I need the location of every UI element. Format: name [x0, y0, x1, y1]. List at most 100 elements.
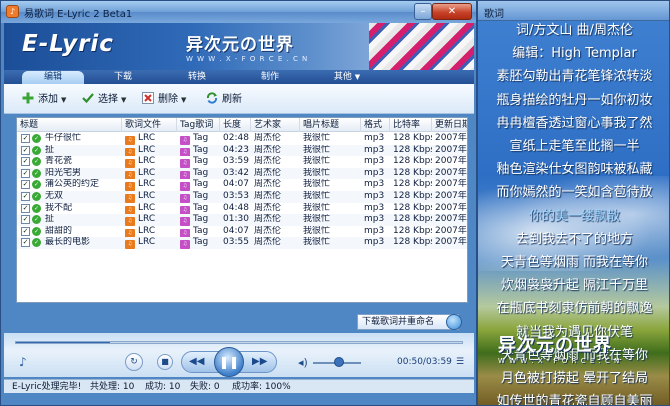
cell-text: 我很忙 — [303, 237, 331, 248]
delete-button[interactable]: 删除 ▼ — [142, 92, 186, 106]
cell-tag-lyric: ♫ Tag — [177, 214, 220, 226]
col-title[interactable]: 标题 — [17, 118, 122, 132]
tab-edit-label: 编辑 — [43, 72, 62, 82]
lyric-line: 素胚勾勒出青花笔锋浓转淡 — [496, 69, 653, 85]
status-ok-icon: ✓ — [32, 226, 41, 236]
table-row[interactable]: ✓ ✓ 牛仔很忙 ♫ LRC ♫ Tag 02:48 周杰伦 我很忙 mp3 128 Kbps 2007… — [17, 133, 467, 145]
lyric-line: 而你嫣然的一笑如含苞待放 — [496, 185, 653, 201]
row-checkbox[interactable]: ✓ — [21, 145, 30, 155]
table-row[interactable]: ✓ ✓ 最长的电影 ♫ LRC ♫ Tag 03:55 周杰伦 我很忙 mp3 128 Kbps 200… — [17, 237, 467, 249]
cell-text: mp3 — [364, 133, 385, 143]
col-artist[interactable]: 艺术家 — [251, 118, 300, 132]
row-checkbox[interactable]: ✓ — [21, 134, 30, 143]
lyric-watermark-text: 异次元の世界 — [498, 335, 612, 356]
cell-length: 04:07 — [220, 226, 251, 238]
volume-icon: ◂) — [298, 356, 308, 369]
cell-text: 04:07 — [223, 179, 249, 190]
stop-button[interactable]: ■ — [157, 354, 173, 370]
add-button[interactable]: 添加 ▼ — [22, 92, 66, 106]
pause-button[interactable]: ❚❚ — [214, 347, 244, 377]
tab-make[interactable]: 制作 — [239, 71, 301, 84]
select-button[interactable]: 选择 ▼ — [82, 92, 126, 106]
row-checkbox[interactable]: ✓ — [21, 192, 30, 201]
pause-icon: ❚❚ — [218, 355, 240, 369]
tab-convert[interactable]: 转换 — [166, 71, 228, 84]
select-label: 选择 — [98, 94, 118, 105]
lyric-title-bar[interactable]: 歌词 — [478, 1, 669, 21]
cell-text: 03:59 — [223, 156, 249, 167]
table-row[interactable]: ✓ ✓ 青花瓷 ♫ LRC ♫ Tag 03:59 周杰伦 我很忙 mp3 128 Kbps 2007年… — [17, 156, 467, 168]
playlist-icon[interactable]: ☰ — [456, 357, 466, 367]
lrc-file-icon: ♫ — [125, 194, 135, 203]
row-checkbox[interactable]: ✓ — [21, 168, 30, 178]
cell-updated: 2007年11 — [432, 226, 467, 238]
row-checkbox[interactable]: ✓ — [21, 238, 30, 248]
lyric-line: 瓶身描绘的牡丹一如你初妆 — [496, 92, 653, 108]
lrc-file-icon: ♫ — [125, 228, 135, 238]
prev-button[interactable]: ◀◀ — [189, 356, 204, 367]
col-lyric-file[interactable]: 歌词文件 — [122, 118, 177, 132]
row-checkbox[interactable]: ✓ — [21, 226, 30, 236]
cell-text: 02:48 — [223, 133, 249, 143]
row-checkbox[interactable]: ✓ — [21, 203, 30, 213]
cell-text: 周杰伦 — [254, 179, 282, 190]
col-format[interactable]: 格式 — [361, 118, 390, 132]
repeat-button[interactable]: ↻ — [125, 353, 143, 371]
cell-format: mp3 — [361, 156, 390, 168]
row-checkbox[interactable]: ✓ — [21, 180, 30, 190]
table-row[interactable]: ✓ ✓ 蒲公英的约定 ♫ LRC ♫ Tag 04:07 周杰伦 我很忙 mp3 128 Kbps 20… — [17, 179, 467, 191]
tab-edit[interactable]: 编辑 — [22, 71, 84, 84]
table-row[interactable]: ✓✓扯♫LRC♫Tag01:30周杰伦我很忙mp3128 Kbps2007年11 — [17, 214, 467, 226]
col-album[interactable]: 唱片标题 — [300, 118, 361, 132]
cell-text: 我很忙 — [303, 214, 331, 225]
cell-text: mp3 — [364, 156, 385, 167]
cell-bitrate: 128 Kbps — [390, 203, 432, 215]
table-row[interactable]: ✓✓无双♫LRC♫Tag03:53周杰伦我很忙mp3128 Kbps2007年1… — [17, 191, 467, 203]
col-updated[interactable]: 更新日期 — [432, 118, 467, 132]
cell-bitrate: 128 Kbps — [390, 191, 432, 203]
cell-text: 128 Kbps — [393, 225, 432, 236]
col-tag-lyric[interactable]: Tag歌词 — [177, 118, 220, 132]
cell-bitrate: 128 Kbps — [390, 214, 432, 226]
tag-icon: ♫ — [180, 136, 190, 145]
cell-tag-lyric: ♫ Tag — [177, 133, 220, 145]
cell-text: 阳光宅男 — [45, 167, 82, 178]
banner: E-Lyric 异次元の世界 W W W . X - F O R C E . C… — [4, 23, 474, 70]
tab-other[interactable]: 其他 ▼ — [316, 71, 378, 84]
col-length[interactable]: 长度 — [220, 118, 251, 132]
table-row[interactable]: ✓ ✓ 我不配 ♫ LRC ♫ Tag 04:48 周杰伦 我很忙 mp3 128 Kbps 2007年… — [17, 202, 467, 215]
cell-text: 周杰伦 — [254, 167, 282, 178]
chevron-down-icon: ▼ — [61, 96, 67, 104]
go-button[interactable] — [446, 314, 462, 330]
cell-artist: 周杰伦 — [251, 191, 300, 203]
table-row[interactable]: ✓ ✓ 甜甜的 ♫ LRC ♫ Tag 04:07 周杰伦 我很忙 mp3 128 Kbps 2007年… — [17, 225, 467, 238]
row-checkbox[interactable]: ✓ — [21, 215, 30, 225]
cell-text: 周杰伦 — [254, 144, 282, 155]
title-bar[interactable]: ♪ 易歌词 E-Lyric 2 Beta1 – ✕ — [1, 1, 476, 23]
table-row[interactable]: ✓ ✓ 阳光宅男 ♫ LRC ♫ Tag 03:42 周杰伦 我很忙 mp3 128 Kbps 2007… — [17, 167, 467, 180]
cell-lyric-file: ♫ LRC — [122, 214, 177, 226]
next-button[interactable]: ▶▶ — [252, 356, 267, 367]
cell-tag-lyric: ♫ Tag — [177, 179, 220, 191]
row-checkbox[interactable]: ✓ — [21, 157, 30, 167]
lrc-file-icon: ♫ — [125, 205, 135, 215]
minimize-button[interactable]: – — [414, 3, 432, 20]
cell-text: 周杰伦 — [254, 133, 282, 143]
music-note-icon: ♪ — [19, 355, 27, 369]
cell-text: 我很忙 — [303, 202, 331, 213]
table-row[interactable]: ✓✓扯♫LRC♫Tag04:23周杰伦我很忙mp3128 Kbps2007年11 — [17, 144, 467, 157]
cell-artist: 周杰伦 — [251, 237, 300, 249]
close-button[interactable]: ✕ — [432, 3, 472, 20]
seek-bar[interactable] — [15, 341, 463, 344]
cell-text: Tag — [193, 214, 209, 225]
cell-bitrate: 128 Kbps — [390, 237, 432, 249]
tab-download[interactable]: 下载 — [92, 71, 154, 84]
seek-progress — [16, 342, 110, 343]
download-rename-dropdown[interactable]: 下载歌词并重命名 ▼ — [357, 314, 459, 330]
cell-lyric-file: ♫ LRC — [122, 191, 177, 203]
col-bitrate[interactable]: 比特率 — [390, 118, 432, 132]
cell-length: 02:48 — [220, 133, 251, 145]
refresh-button[interactable]: 刷新 — [206, 92, 242, 106]
cell-text: LRC — [138, 237, 156, 248]
site-watermark: 异次元の世界 W W W . X - F O R C E . C N — [186, 30, 308, 63]
